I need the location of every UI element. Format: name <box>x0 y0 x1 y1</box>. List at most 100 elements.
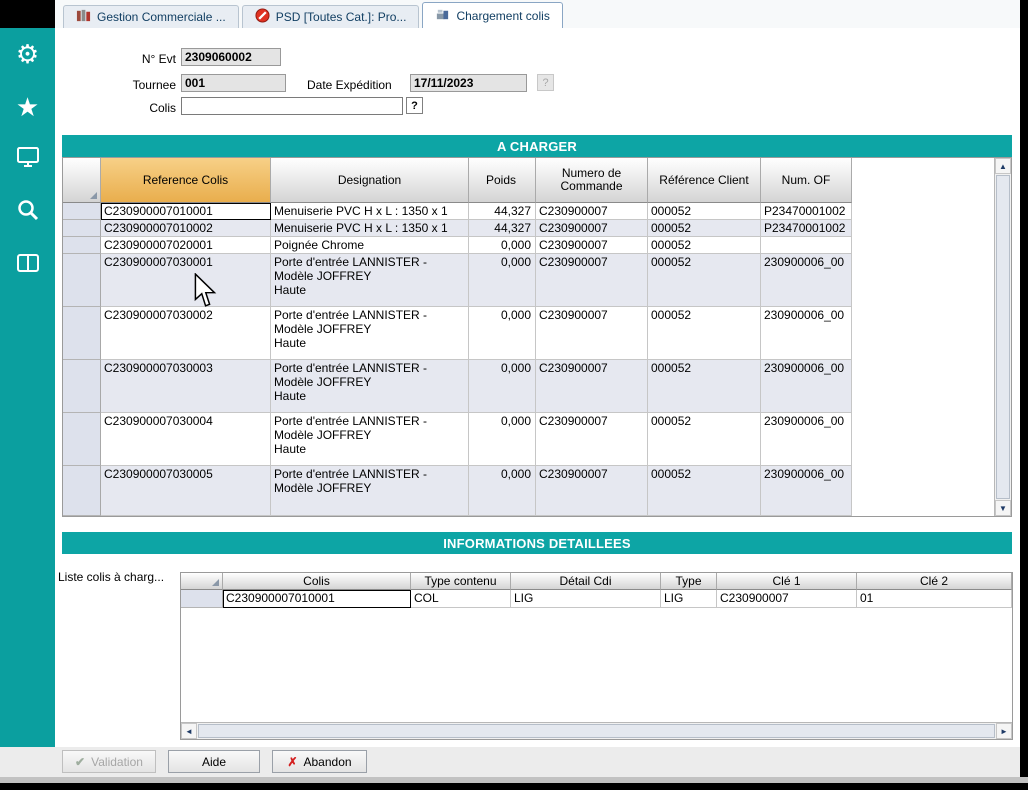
cell-commande[interactable]: C230900007 <box>536 220 648 237</box>
tab-chargement-colis[interactable]: Chargement colis <box>422 2 562 28</box>
scroll-up-button[interactable]: ▲ <box>995 158 1011 174</box>
table-row[interactable]: C230900007030005 Porte d'entrée LANNISTE… <box>63 466 994 516</box>
cell-type-contenu[interactable]: COL <box>411 590 511 608</box>
cell-designation[interactable]: Porte d'entrée LANNISTER - Modèle JOFFRE… <box>271 413 469 466</box>
cell-colis[interactable]: C230900007010001 <box>223 590 411 608</box>
cell-commande[interactable]: C230900007 <box>536 254 648 307</box>
cell-poids[interactable]: 0,000 <box>469 360 536 413</box>
scrollbar-track[interactable] <box>995 174 1011 500</box>
cell-designation[interactable]: Porte d'entrée LANNISTER - Modèle JOFFRE… <box>271 307 469 360</box>
cell-detail-cdi[interactable]: LIG <box>511 590 661 608</box>
cell-reference[interactable]: C230900007030005 <box>101 466 271 516</box>
cell-client[interactable]: 000052 <box>648 466 761 516</box>
cell-commande[interactable]: C230900007 <box>536 360 648 413</box>
details-row[interactable]: C230900007010001 COL LIG LIG C230900007 … <box>181 590 1012 608</box>
cell-designation[interactable]: Menuiserie PVC H x L : 1350 x 1 <box>271 220 469 237</box>
sidebar-item-workstation[interactable] <box>12 144 44 176</box>
date-help-button[interactable]: ? <box>537 74 554 91</box>
table-row[interactable]: C230900007030002 Porte d'entrée LANNISTE… <box>63 307 994 360</box>
vertical-scrollbar[interactable]: ▲ ▼ <box>994 158 1011 516</box>
cell-designation[interactable]: Porte d'entrée LANNISTER - Modèle JOFFRE… <box>271 360 469 413</box>
tab-psd[interactable]: PSD [Toutes Cat.]: Pro... <box>242 5 420 28</box>
col-header-poids[interactable]: Poids <box>469 158 536 203</box>
row-selector[interactable] <box>63 466 101 516</box>
cell-type[interactable]: LIG <box>661 590 717 608</box>
cell-client[interactable]: 000052 <box>648 360 761 413</box>
cell-num-of[interactable]: 230900006_00 <box>761 307 852 360</box>
table-row[interactable]: C230900007020001 Poignée Chrome 0,000 C2… <box>63 237 994 254</box>
cell-commande[interactable]: C230900007 <box>536 237 648 254</box>
cell-designation[interactable]: Menuiserie PVC H x L : 1350 x 1 <box>271 203 469 220</box>
col-header-reference-colis[interactable]: Reference Colis <box>101 158 271 203</box>
table-row[interactable]: C230900007030003 Porte d'entrée LANNISTE… <box>63 360 994 413</box>
table-row[interactable]: C230900007030004 Porte d'entrée LANNISTE… <box>63 413 994 466</box>
cell-client[interactable]: 000052 <box>648 307 761 360</box>
sidebar-item-modules[interactable] <box>12 250 44 282</box>
horizontal-scrollbar[interactable]: ◄ ► <box>181 722 1012 739</box>
sidebar-item-search[interactable] <box>12 197 44 229</box>
cell-designation[interactable]: Poignée Chrome <box>271 237 469 254</box>
cell-reference[interactable]: C230900007010001 <box>101 203 271 220</box>
cell-commande[interactable]: C230900007 <box>536 466 648 516</box>
table-row[interactable]: C230900007010002 Menuiserie PVC H x L : … <box>63 220 994 237</box>
cell-num-of[interactable] <box>761 237 852 254</box>
col-header-reference-client[interactable]: Référence Client <box>648 158 761 203</box>
cell-reference[interactable]: C230900007020001 <box>101 237 271 254</box>
row-selector[interactable] <box>63 203 101 220</box>
cell-reference[interactable]: C230900007010002 <box>101 220 271 237</box>
cell-poids[interactable]: 0,000 <box>469 307 536 360</box>
tab-gestion-commerciale[interactable]: Gestion Commerciale ... <box>63 5 239 28</box>
scroll-left-button[interactable]: ◄ <box>181 723 197 739</box>
scroll-right-button[interactable]: ► <box>996 723 1012 739</box>
cell-client[interactable]: 000052 <box>648 220 761 237</box>
cell-reference[interactable]: C230900007030003 <box>101 360 271 413</box>
cell-num-of[interactable]: P23470001002 <box>761 203 852 220</box>
cell-poids[interactable]: 44,327 <box>469 203 536 220</box>
cell-poids[interactable]: 44,327 <box>469 220 536 237</box>
details-select-corner[interactable] <box>181 573 223 590</box>
row-selector[interactable] <box>63 254 101 307</box>
col-header-detail-cdi[interactable]: Détail Cdi <box>511 573 661 590</box>
cell-client[interactable]: 000052 <box>648 254 761 307</box>
table-row[interactable]: C230900007010001 Menuiserie PVC H x L : … <box>63 203 994 220</box>
cell-num-of[interactable]: 230900006_00 <box>761 466 852 516</box>
cell-num-of[interactable]: 230900006_00 <box>761 360 852 413</box>
col-header-designation[interactable]: Designation <box>271 158 469 203</box>
scrollbar-thumb[interactable] <box>198 724 995 738</box>
abandon-button[interactable]: ✗ Abandon <box>272 750 367 773</box>
col-header-num-of[interactable]: Num. OF <box>761 158 852 203</box>
cell-num-of[interactable]: P23470001002 <box>761 220 852 237</box>
cell-reference[interactable]: C230900007030004 <box>101 413 271 466</box>
table-row[interactable]: C230900007030001 Porte d'entrée LANNISTE… <box>63 254 994 307</box>
scrollbar-track[interactable] <box>197 723 996 739</box>
cell-poids[interactable]: 0,000 <box>469 237 536 254</box>
cell-designation[interactable]: Porte d'entrée LANNISTER - Modèle JOFFRE… <box>271 466 469 516</box>
col-header-numero-commande[interactable]: Numero de Commande <box>536 158 648 203</box>
cell-num-of[interactable]: 230900006_00 <box>761 413 852 466</box>
row-selector[interactable] <box>63 220 101 237</box>
cell-num-of[interactable]: 230900006_00 <box>761 254 852 307</box>
cell-poids[interactable]: 0,000 <box>469 254 536 307</box>
cell-poids[interactable]: 0,000 <box>469 466 536 516</box>
cell-client[interactable]: 000052 <box>648 237 761 254</box>
cell-commande[interactable]: C230900007 <box>536 203 648 220</box>
aide-button[interactable]: Aide <box>168 750 260 773</box>
cell-client[interactable]: 000052 <box>648 203 761 220</box>
cell-client[interactable]: 000052 <box>648 413 761 466</box>
row-selector[interactable] <box>63 360 101 413</box>
sidebar-item-settings[interactable]: ⚙ <box>12 38 44 70</box>
col-header-type[interactable]: Type <box>661 573 717 590</box>
col-header-type-contenu[interactable]: Type contenu <box>411 573 511 590</box>
sidebar-item-favorites[interactable]: ★ <box>12 91 44 123</box>
cell-cle2[interactable]: 01 <box>857 590 1012 608</box>
cell-commande[interactable]: C230900007 <box>536 307 648 360</box>
colis-help-button[interactable]: ? <box>406 97 423 114</box>
colis-input[interactable] <box>181 97 403 115</box>
scrollbar-thumb[interactable] <box>996 175 1010 499</box>
row-selector[interactable] <box>181 590 223 608</box>
col-header-cle2[interactable]: Clé 2 <box>857 573 1012 590</box>
cell-reference[interactable]: C230900007030002 <box>101 307 271 360</box>
cell-cle1[interactable]: C230900007 <box>717 590 857 608</box>
col-header-cle1[interactable]: Clé 1 <box>717 573 857 590</box>
select-all-corner[interactable] <box>63 158 101 203</box>
